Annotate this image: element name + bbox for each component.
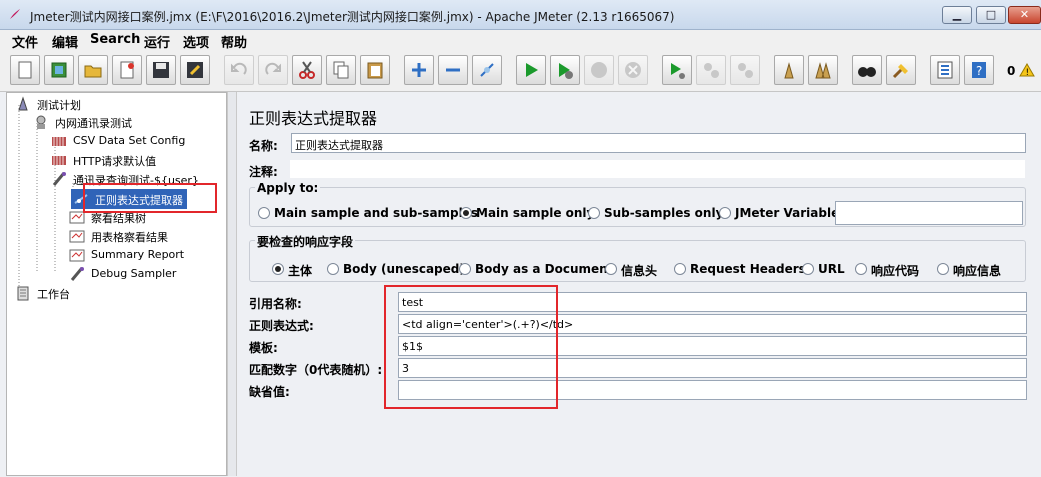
undo-icon[interactable] — [224, 55, 254, 85]
copy-icon[interactable] — [326, 55, 356, 85]
clear-all-icon[interactable] — [808, 55, 838, 85]
open-icon[interactable] — [78, 55, 108, 85]
remote-shutdown-icon[interactable] — [730, 55, 760, 85]
template-label: 模板: — [249, 341, 278, 355]
config-icon — [51, 152, 67, 168]
svg-text:!: ! — [1026, 68, 1030, 77]
maximize-button[interactable]: □ — [976, 6, 1006, 24]
match-no-label: 匹配数字（0代表随机）: — [249, 363, 383, 377]
workbench-icon — [15, 285, 31, 301]
page-title: 正则表达式提取器 — [249, 109, 378, 128]
comment-field[interactable] — [289, 159, 1026, 179]
toggle-icon[interactable] — [472, 55, 502, 85]
name-field[interactable]: 正则表达式提取器 — [291, 133, 1026, 153]
test-plan-icon — [15, 96, 31, 112]
search-icon[interactable] — [852, 55, 882, 85]
new-icon[interactable] — [10, 55, 40, 85]
save-as-icon[interactable] — [180, 55, 210, 85]
svg-text:?: ? — [976, 64, 982, 78]
reset-search-icon[interactable] — [886, 55, 916, 85]
paste-icon[interactable] — [360, 55, 390, 85]
listener-icon — [69, 247, 85, 263]
regex-extractor-panel: 正则表达式提取器 名称: 正则表达式提取器 注释: Apply to: Main… — [237, 92, 1041, 476]
start-no-pause-icon[interactable] — [550, 55, 580, 85]
default-value-label: 缺省值: — [249, 385, 290, 399]
highlight-box-tree — [83, 183, 217, 213]
jmeter-feather-icon — [8, 7, 22, 21]
redo-icon[interactable] — [258, 55, 288, 85]
menu-edit[interactable]: 编辑 — [52, 32, 78, 51]
remote-stop-icon[interactable] — [696, 55, 726, 85]
thread-group-icon — [33, 114, 49, 130]
menu-search[interactable]: Search — [90, 32, 140, 47]
apply-to-legend: Apply to: — [255, 181, 321, 195]
close-file-icon[interactable] — [112, 55, 142, 85]
shutdown-icon[interactable] — [618, 55, 648, 85]
toolbar: ? 0 ! — [0, 50, 1041, 92]
collapse-icon[interactable] — [438, 55, 468, 85]
help-icon[interactable]: ? — [964, 55, 994, 85]
function-helper-icon[interactable] — [930, 55, 960, 85]
minimize-button[interactable]: ▁ — [942, 6, 972, 24]
ref-name-label: 引用名称: — [249, 297, 302, 311]
highlight-box-fields — [384, 285, 558, 409]
window-title: Jmeter测试内网接口案例.jmx (E:\F\2016\2016.2\Jme… — [30, 10, 675, 24]
menu-run[interactable]: 运行 — [144, 32, 170, 51]
comment-label: 注释: — [249, 165, 278, 179]
listener-icon — [69, 228, 85, 244]
templates-icon[interactable] — [44, 55, 74, 85]
warning-icon[interactable]: ! — [1019, 63, 1035, 80]
sampler-icon — [51, 171, 67, 187]
menu-options[interactable]: 选项 — [183, 32, 209, 51]
response-field-legend: 要检查的响应字段 — [255, 233, 356, 250]
stop-icon[interactable] — [584, 55, 614, 85]
name-label: 名称: — [249, 139, 278, 153]
start-icon[interactable] — [516, 55, 546, 85]
error-count: 0 — [1007, 64, 1016, 78]
save-icon[interactable] — [146, 55, 176, 85]
menu-help[interactable]: 帮助 — [221, 32, 247, 51]
title-bar: Jmeter测试内网接口案例.jmx (E:\F\2016\2016.2\Jme… — [0, 0, 1041, 30]
menu-file[interactable]: 文件 — [12, 32, 38, 51]
test-plan-tree: 测试计划 内网通讯录测试 CSV Data Set Config HTTP请求默… — [6, 92, 227, 476]
sampler-icon — [69, 266, 85, 282]
regex-label: 正则表达式: — [249, 319, 314, 333]
expand-icon[interactable] — [404, 55, 434, 85]
cut-icon[interactable] — [292, 55, 322, 85]
clear-icon[interactable] — [774, 55, 804, 85]
close-window-button[interactable]: ✕ — [1008, 6, 1041, 24]
remote-start-icon[interactable] — [662, 55, 692, 85]
config-icon — [51, 133, 67, 149]
menu-bar: 文件 编辑 Search 运行 选项 帮助 — [0, 30, 1041, 51]
jmeter-variable-field[interactable] — [835, 201, 1023, 225]
pane-splitter[interactable] — [227, 92, 237, 476]
